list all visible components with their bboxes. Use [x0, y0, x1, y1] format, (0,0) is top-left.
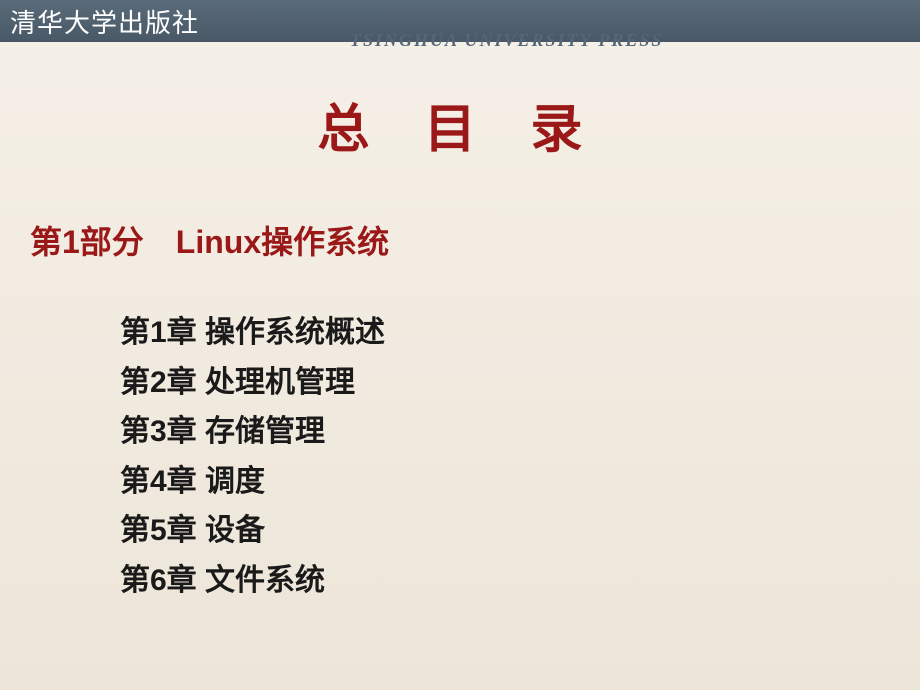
chapter-item: 第1章 操作系统概述 [120, 308, 920, 358]
section-title: 第1部分 Linux操作系统 [30, 217, 920, 263]
chapter-item: 第6章 文件系统 [120, 556, 920, 606]
chapter-item: 第4章 调度 [120, 457, 920, 507]
chapter-list: 第1章 操作系统概述 第2章 处理机管理 第3章 存储管理 第4章 调度 第5章… [120, 308, 920, 605]
chapter-item: 第3章 存储管理 [120, 407, 920, 457]
chapter-item: 第5章 设备 [120, 506, 920, 556]
publisher-name-en: TSINGHUA UNIVERSITY PRESS [350, 30, 663, 51]
page-title: 总 目 录 [0, 87, 920, 162]
publisher-name-cn: 清华大学出版社 [0, 3, 199, 40]
chapter-item: 第2章 处理机管理 [120, 358, 920, 408]
